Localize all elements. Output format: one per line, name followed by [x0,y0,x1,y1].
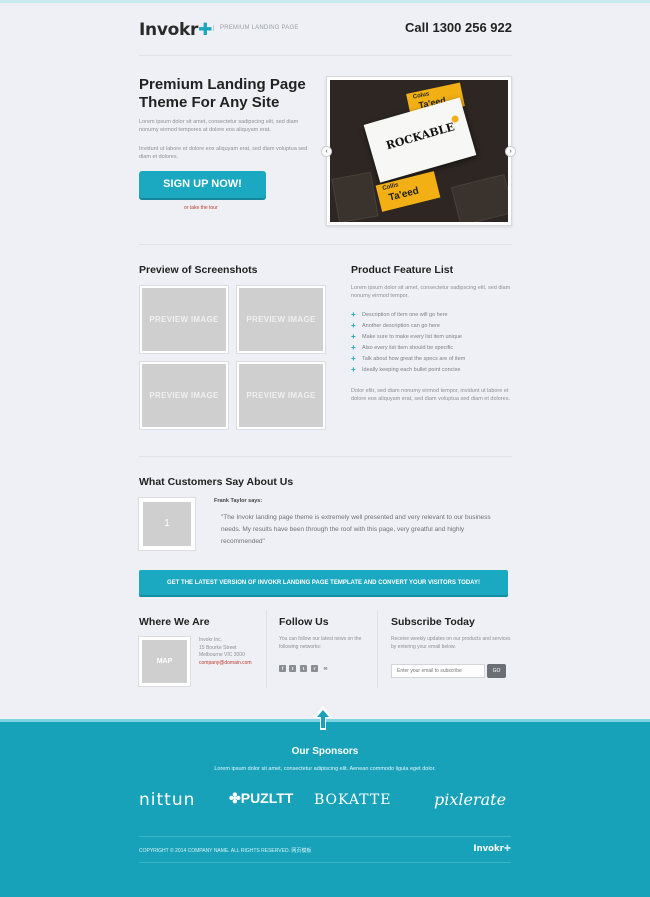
facebook-icon[interactable]: f [279,665,286,672]
features-intro: Lorem ipsum dolor sit amet, consectetur … [351,285,511,299]
logo-plus-icon: ✚ [198,20,213,40]
hero-title: Premium Landing Page Theme For Any Site [139,76,306,111]
card-main-text: ROCKABLE [384,120,456,153]
sponsors-title: Our Sponsors [291,746,359,757]
footer-divider-top [139,836,511,837]
testimonial-title: What Customers Say About Us [139,476,294,488]
preview-thumb-2[interactable]: PREVIEW IMAGE [237,286,325,353]
list-item: + Description of item one will go here [351,310,511,323]
business-card-dark [331,171,379,222]
tumblr-icon[interactable]: t [300,665,307,672]
address-street: 15 Bourke Street [199,644,237,651]
hero-image-slider: Colus Ta'eed ROCKABLE Collis Ta'eed [326,76,512,226]
scroll-up-arrow-icon[interactable] [313,706,333,730]
preview-thumb-1[interactable]: PREVIEW IMAGE [140,286,228,353]
sponsor-logo-nittun[interactable]: nittun [139,790,195,810]
signup-button[interactable]: SIGN UP NOW! [139,171,266,198]
features-outro: Dolor elitr, sed diam nonumy eirmod temp… [351,388,510,402]
top-accent-line [0,0,650,3]
column-divider-1 [266,610,267,688]
preview-thumb-4[interactable]: PREVIEW IMAGE [237,362,325,429]
plus-icon: + [351,332,356,341]
subscribe-text: Receive weekly updates on our products a… [391,636,511,650]
section-divider-2 [139,456,512,457]
feature-text: Also every list item should be specific [362,345,454,351]
preview-title: Preview of Screenshots [139,264,258,276]
plus-icon: + [351,343,356,352]
plus-icon: + [351,310,356,319]
footer-logo-text: Invokr [473,844,504,854]
phone-number: Call 1300 256 922 [405,20,512,35]
address-email-link[interactable]: company@domain.com [199,660,252,668]
sponsors-text: Lorem ipsum dolor sit amet, consectetur … [214,766,436,772]
subscribe-go-button[interactable]: GO [487,664,506,678]
copyright-text: COPYRIGHT © 2014 COMPANY NAME. ALL RIGHT… [139,848,312,854]
where-title: Where We Are [139,616,210,628]
cta-banner-button[interactable]: GET THE LATEST VERSION OF INVOKR LANDING… [139,570,508,597]
subscribe-email-input[interactable] [391,664,485,678]
feature-text: Make sure to make every list item unique [362,334,462,340]
list-item: + Make sure to make every list item uniqu… [351,332,511,345]
column-divider-2 [377,610,378,688]
plus-icon: + [351,321,356,330]
sponsor-logo-bokatte[interactable]: BOKATTE [314,792,391,808]
feature-text: Talk about how great the specs are of it… [362,356,466,362]
follow-text: You can follow our latest news on the fo… [279,636,362,650]
business-card-white: ROCKABLE [363,97,477,183]
footer-logo-plus-icon: ✚ [503,844,511,854]
site-tagline: PREMIUM LANDING PAGE [213,25,299,31]
email-icon[interactable]: ✉ [322,665,329,672]
take-tour-link[interactable]: or take the tour [184,205,218,211]
address-city: Melbourne VIC 3000 [199,652,245,658]
avatar: 1 [139,498,195,550]
card-dot [450,114,460,124]
list-item: + Talk about how great the specs are of i… [351,354,511,367]
plus-icon: + [351,365,356,374]
features-title: Product Feature List [351,264,454,276]
rss-icon[interactable]: r [311,665,318,672]
sponsor-name: PUZLTT [240,790,294,806]
business-card-dark-2 [450,173,508,222]
list-item: + Another description can go here [351,321,511,334]
chevron-right-icon[interactable]: › [505,146,516,157]
twitter-icon[interactable]: t [289,665,296,672]
sponsor-logo-pixlerate[interactable]: pixlerate [434,790,506,809]
list-item: + Also every list item should be specific [351,343,511,356]
hero-paragraph-1: Lorem ipsum dolor sit amet, consectetur … [139,119,299,133]
chevron-left-icon[interactable]: ‹ [321,146,332,157]
logo-text: Invokr [139,20,199,40]
list-item: + Ideally keeping each bullet point conci… [351,365,511,378]
sponsor-logo-puzltt[interactable]: ✤PUZLTT [229,790,293,807]
feature-text: Another description can go here [362,323,440,329]
feature-text: Ideally keeping each bullet point concis… [362,367,461,373]
puzzle-icon: ✤ [229,790,241,806]
feature-list: + Description of item one will go here + A… [351,310,511,378]
slide-image: Colus Ta'eed ROCKABLE Collis Ta'eed [330,80,508,222]
map-thumbnail[interactable]: MAP [139,637,190,686]
follow-title: Follow Us [279,616,329,628]
site-logo[interactable]: Invokr✚ [139,20,212,40]
preview-thumb-3[interactable]: PREVIEW IMAGE [140,362,228,429]
testimonial-author: Frank Taylor says: [214,498,263,504]
footer-logo[interactable]: Invokr✚ [473,844,511,854]
subscribe-title: Subscribe Today [391,616,475,628]
section-divider-1 [139,244,512,245]
testimonial-quote: "The Invokr landing page theme is extrem… [221,514,491,545]
footer-divider-bottom [139,862,511,863]
header-divider [139,55,512,56]
address-company: Invokr Inc. [199,637,223,643]
feature-text: Description of item one will go here [362,312,448,318]
address-block: Invokr Inc. 15 Bourke Street Melbourne V… [199,637,252,667]
hero-paragraph-2: Invidunt ut labore et dolore eos aliquya… [139,146,308,160]
plus-icon: + [351,354,356,363]
